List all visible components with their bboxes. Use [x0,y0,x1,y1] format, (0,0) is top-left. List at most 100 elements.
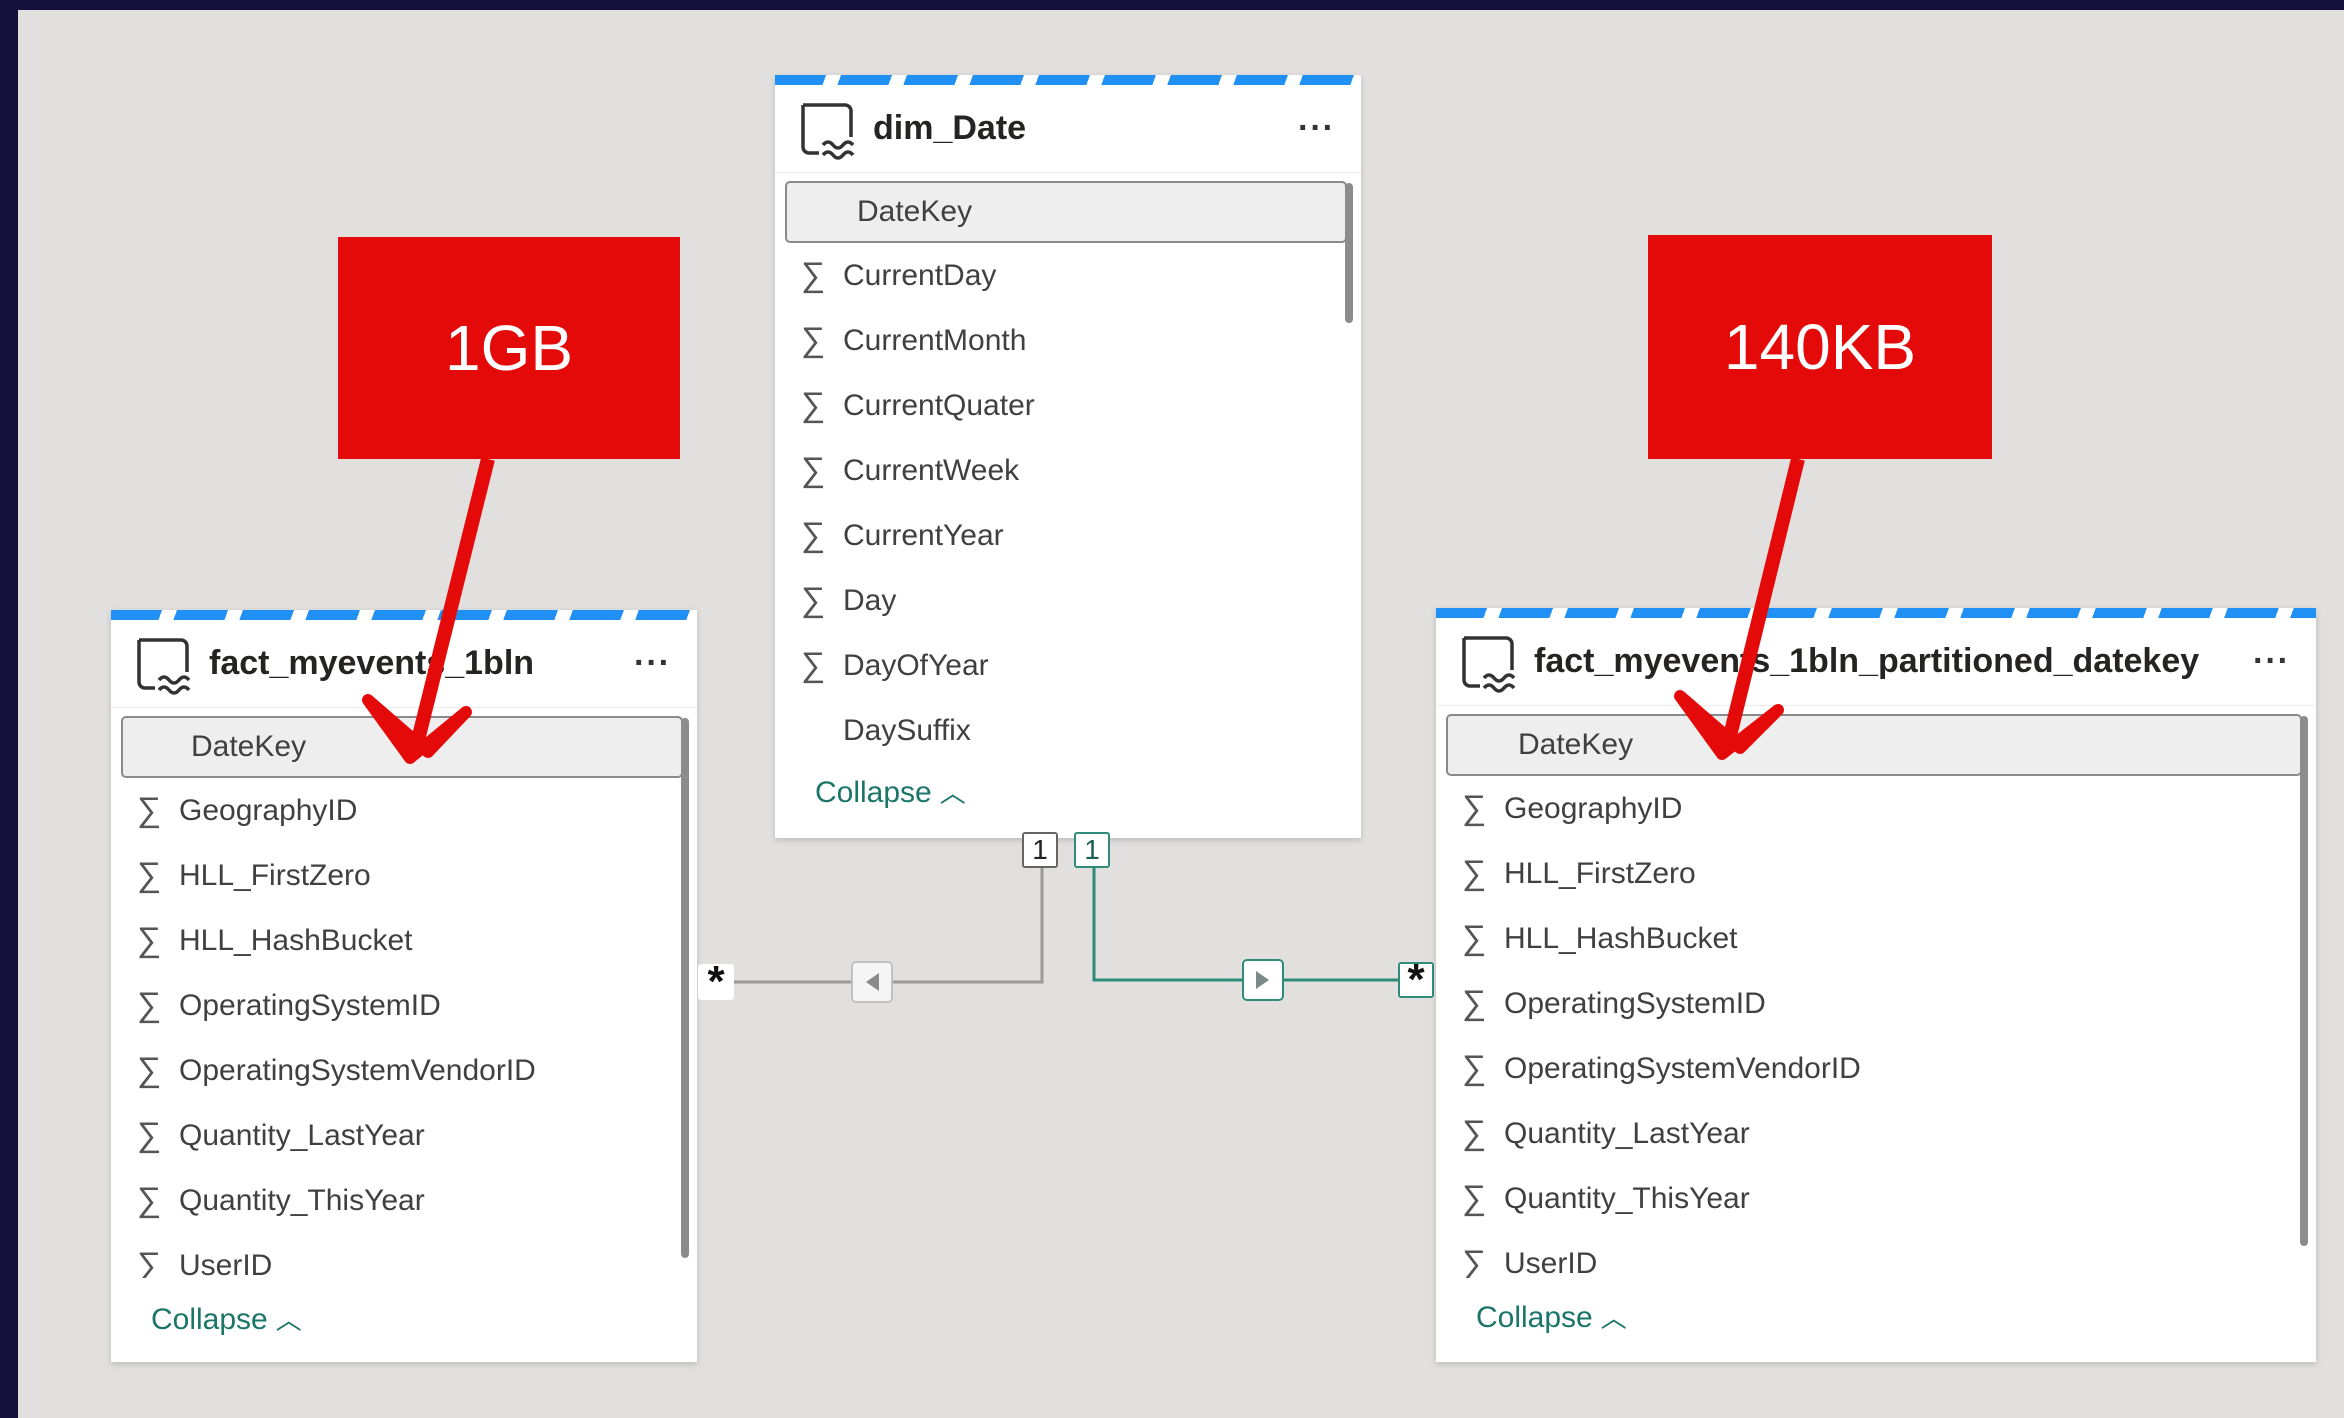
scrollbar-thumb[interactable] [681,718,689,1258]
triangle-right-icon [1256,971,1269,989]
field-row[interactable]: ∑ HLL_FirstZero [1436,841,2316,906]
field-name: GeographyID [1504,791,1683,825]
sigma-icon: ∑ [137,1051,162,1089]
sigma-icon: ∑ [137,1181,162,1219]
sigma-icon: ∑ [1462,919,1487,957]
table-title: dim_Date [873,109,1027,147]
field-name: CurrentMonth [843,323,1027,357]
field-list[interactable]: DateKey ∑ GeographyID ∑ HLL_FirstZero ∑ HLL_H… [1436,706,2316,1278]
field-name: HLL_HashBucket [179,923,413,957]
cardinality-one-right[interactable]: 1 [1074,832,1110,868]
field-name: CurrentDay [843,258,997,292]
more-options-button[interactable]: ··· [2247,642,2296,681]
field-row[interactable]: ∑ OperatingSystemID [1436,971,2316,1036]
more-options-button[interactable]: ··· [628,644,677,683]
chevron-up-icon: ︿ [275,1305,302,1335]
field-row[interactable]: ∑ UserID [1436,1231,2316,1278]
sigma-icon: ∑ [1462,789,1487,827]
cardinality-many-left[interactable]: * [698,957,734,1006]
field-name: HLL_HashBucket [1504,921,1738,955]
field-row[interactable]: ∑ HLL_HashBucket [1436,906,2316,971]
field-name: UserID [1504,1246,1598,1279]
lakehouse-table-icon [137,637,191,695]
collapse-link[interactable]: Collapse ︿ [815,773,966,810]
cardinality-many-right[interactable]: * [1398,955,1434,1004]
field-name: CurrentQuater [843,388,1035,422]
key-field-datekey[interactable]: DateKey [785,181,1347,243]
field-row[interactable]: ∑ CurrentQuater [775,373,1361,438]
field-name: CurrentWeek [843,453,1020,487]
field-name: HLL_FirstZero [1504,856,1696,890]
card-selection-bar [1436,608,2316,618]
triangle-left-icon [866,973,879,991]
collapse-link[interactable]: Collapse ︿ [1476,1298,1627,1335]
field-list[interactable]: DateKey ∑ CurrentDay ∑ CurrentMonth ∑ Current… [775,173,1361,763]
field-row[interactable]: ∑ CurrentYear [775,503,1361,568]
field-name: DayOfYear [843,648,989,682]
key-field-datekey[interactable]: DateKey [1446,714,2302,776]
sigma-icon: ∑ [1462,1244,1487,1278]
field-name: Quantity_LastYear [179,1118,425,1152]
callout-label: 140KB [1723,311,1917,383]
field-row[interactable]: ∑ HLL_HashBucket [111,908,697,973]
field-rows: ∑ CurrentDay ∑ CurrentMonth ∑ CurrentQuater ∑ C… [775,243,1361,763]
sigma-icon: ∑ [137,1246,162,1278]
card-selection-bar [775,75,1361,85]
card-header[interactable]: dim_Date ··· [775,85,1361,173]
callout-label: 1GB [444,312,574,384]
field-row[interactable]: ∑ GeographyID [111,778,697,843]
sigma-icon: ∑ [801,386,826,424]
field-name: OperatingSystemVendorID [179,1053,536,1087]
field-name: Quantity_ThisYear [1504,1181,1750,1215]
field-row[interactable]: ∑ GeographyID [1436,776,2316,841]
table-card-dim-date[interactable]: dim_Date ··· DateKey ∑ CurrentDay ∑ Current… [775,75,1361,838]
chevron-up-icon: ︿ [939,778,966,808]
field-name: DaySuffix [843,713,971,747]
sigma-icon: ∑ [801,516,826,554]
field-row[interactable]: ∑ Day [775,568,1361,633]
collapse-label: Collapse [815,776,932,809]
cardinality-one-left[interactable]: 1 [1022,832,1058,868]
model-view-canvas[interactable]: dim_Date ··· DateKey ∑ CurrentDay ∑ Current… [18,10,2344,1418]
scrollbar-thumb[interactable] [1345,183,1353,323]
collapse-label: Collapse [1476,1301,1593,1334]
field-list[interactable]: DateKey ∑ GeographyID ∑ HLL_FirstZero ∑ HLL_H… [111,708,697,1278]
field-row[interactable]: ∑ CurrentMonth [775,308,1361,373]
collapse-link[interactable]: Collapse ︿ [151,1300,302,1337]
sigma-icon: ∑ [1462,984,1487,1022]
field-name: GeographyID [179,793,358,827]
field-row[interactable]: ∑ OperatingSystemID [111,973,697,1038]
field-name: UserID [179,1248,273,1279]
field-name: OperatingSystemID [1504,986,1766,1020]
collapse-label: Collapse [151,1303,268,1336]
table-card-fact-myevents-1bln[interactable]: fact_myevents_1bln ··· DateKey ∑ Geograph… [111,610,697,1362]
field-row[interactable]: ∑ Quantity_ThisYear [1436,1166,2316,1231]
field-row[interactable]: ∑ CurrentDay [775,243,1361,308]
card-header[interactable]: fact_myevents_1bln_partitioned_datekey ·… [1436,618,2316,706]
field-row[interactable]: ∑ OperatingSystemVendorID [1436,1036,2316,1101]
key-field-datekey[interactable]: DateKey [121,716,683,778]
field-row[interactable]: ∑ Quantity_ThisYear [111,1168,697,1233]
sigma-icon: ∑ [801,256,826,294]
more-options-button[interactable]: ··· [1292,109,1341,148]
field-row[interactable]: ∑ CurrentWeek [775,438,1361,503]
table-title: fact_myevents_1bln [209,644,535,682]
field-name: Quantity_ThisYear [179,1183,425,1217]
filter-direction-left-button[interactable] [851,961,893,1003]
filter-direction-right-button[interactable] [1242,959,1284,1001]
field-row[interactable]: ∑ OperatingSystemVendorID [111,1038,697,1103]
field-row[interactable]: ∑ Quantity_LastYear [1436,1101,2316,1166]
field-name: Quantity_LastYear [1504,1116,1750,1150]
chevron-up-icon: ︿ [1600,1303,1627,1333]
scrollbar-thumb[interactable] [2300,716,2308,1246]
field-row[interactable]: ∑ UserID [111,1233,697,1278]
sigma-icon: ∑ [801,451,826,489]
sigma-icon: ∑ [1462,1114,1487,1152]
field-row[interactable]: ∑DaySuffix [775,698,1361,763]
table-card-fact-myevents-1bln-partitioned-datekey[interactable]: fact_myevents_1bln_partitioned_datekey ·… [1436,608,2316,1362]
field-row[interactable]: ∑ Quantity_LastYear [111,1103,697,1168]
field-row[interactable]: ∑ DayOfYear [775,633,1361,698]
sigma-icon: ∑ [137,856,162,894]
field-row[interactable]: ∑ HLL_FirstZero [111,843,697,908]
card-header[interactable]: fact_myevents_1bln ··· [111,620,697,708]
